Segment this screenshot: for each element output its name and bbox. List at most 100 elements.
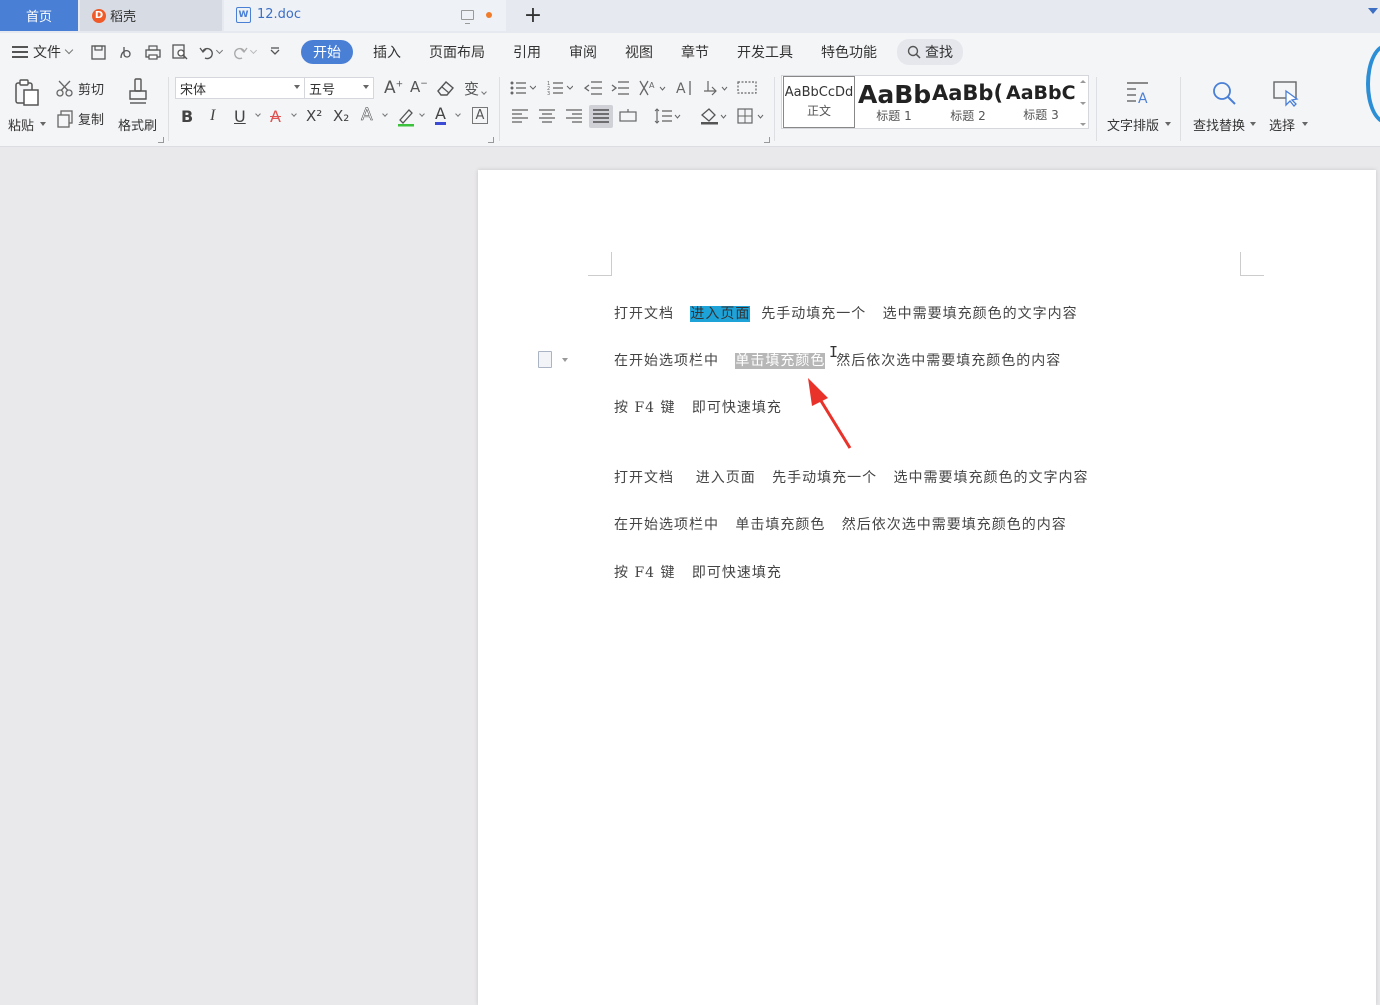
underline-dropdown-icon[interactable] — [255, 111, 261, 117]
line-spacing-icon[interactable] — [654, 108, 682, 124]
character-border-button[interactable]: A — [472, 107, 488, 124]
customize-quick-access-icon[interactable] — [266, 44, 283, 61]
table-convert-icon[interactable] — [737, 81, 757, 95]
monitor-icon[interactable] — [461, 10, 474, 24]
font-color-dropdown-icon[interactable] — [455, 111, 461, 117]
eraser-icon[interactable] — [436, 79, 456, 97]
text-effect-button[interactable]: A — [361, 105, 373, 126]
export-pdf-icon[interactable] — [117, 44, 134, 61]
tab-daoke[interactable]: D 稻壳 — [80, 0, 222, 31]
distribute-icon[interactable] — [619, 108, 637, 124]
style-normal[interactable]: AaBbCcDd 正文 — [783, 76, 855, 128]
style-heading-1[interactable]: AaBb 标题 1 — [857, 76, 931, 128]
copy-icon — [57, 109, 73, 128]
increase-indent-icon[interactable] — [611, 80, 629, 96]
paragraph-5[interactable]: 在开始选项栏中 单击填充颜色 然后依次选中需要填充颜色的内容 — [614, 514, 1067, 534]
paragraph-launcher-icon[interactable] — [764, 137, 770, 143]
styles-scroll[interactable] — [1078, 80, 1088, 126]
paragraph-3[interactable]: 按 F4 键 即可快速填充 — [614, 397, 782, 417]
paragraph-marks-icon[interactable] — [702, 79, 730, 97]
strikethrough-button[interactable]: A — [270, 107, 281, 126]
tab-references[interactable]: 引用 — [499, 40, 555, 64]
tab-daoke-label: 稻壳 — [110, 10, 137, 25]
undo-dropdown-icon[interactable] — [215, 46, 224, 54]
tab-view[interactable]: 视图 — [611, 40, 667, 64]
superscript-button[interactable]: X² — [306, 107, 322, 125]
undo-icon[interactable] — [198, 44, 215, 61]
change-case-button[interactable]: 变 — [464, 78, 487, 99]
paragraph-6[interactable]: 按 F4 键 即可快速填充 — [614, 562, 782, 582]
paragraph-layout-dropdown-icon[interactable] — [562, 358, 568, 362]
paragraph-4[interactable]: 打开文档 进入页面 先手动填充一个 选中需要填充颜色的文字内容 — [614, 467, 1089, 487]
highlight-color-icon[interactable] — [396, 107, 416, 127]
tab-insert[interactable]: 插入 — [359, 40, 415, 64]
font-color-button[interactable]: A — [435, 105, 446, 125]
underline-button[interactable]: U — [234, 107, 246, 126]
justify-button[interactable] — [589, 105, 613, 128]
shrink-font-button[interactable]: A− — [410, 78, 428, 96]
corner-chevron-icon[interactable] — [1368, 8, 1378, 14]
shading-icon[interactable] — [699, 107, 729, 125]
subscript-button[interactable]: X₂ — [333, 107, 349, 125]
redo-icon[interactable] — [232, 44, 249, 61]
chinese-layout-icon[interactable]: A — [638, 79, 666, 97]
font-size-select[interactable]: 五号 — [304, 77, 374, 99]
align-right-icon[interactable] — [565, 108, 583, 124]
tab-home[interactable]: 首页 — [0, 0, 78, 31]
select-dropdown-icon — [1302, 122, 1308, 126]
paragraph-1-after: 先手动填充一个 选中需要填充颜色的文字内容 — [750, 306, 1078, 322]
document-page[interactable] — [478, 170, 1376, 1005]
tab-page-layout[interactable]: 页面布局 — [415, 40, 499, 64]
strikethrough-dropdown-icon[interactable] — [291, 111, 297, 117]
print-icon[interactable] — [144, 44, 161, 61]
format-painter-button[interactable]: 格式刷 — [116, 77, 162, 137]
font-name-select[interactable]: 宋体 — [175, 77, 305, 99]
select-button[interactable]: 选择 — [1266, 77, 1310, 137]
font-size-dropdown-icon — [363, 85, 369, 89]
find-replace-button[interactable]: 查找替换 — [1190, 77, 1258, 137]
italic-button[interactable]: I — [210, 107, 215, 125]
tab-review[interactable]: 审阅 — [555, 40, 611, 64]
tab-document[interactable]: W 12.doc — [224, 0, 506, 31]
styles-scroll-up-icon[interactable] — [1080, 80, 1086, 83]
copy-button[interactable]: 复制 — [56, 109, 104, 128]
font-launcher-icon[interactable] — [488, 137, 494, 143]
paragraph-1[interactable]: 打开文档 进入页面 先手动填充一个 选中需要填充颜色的文字内容 — [614, 303, 1078, 323]
tab-start[interactable]: 开始 — [301, 40, 353, 64]
bullet-list-icon[interactable] — [510, 80, 536, 96]
grow-font-button[interactable]: A+ — [384, 78, 403, 98]
style-heading-3[interactable]: AaBbC 标题 3 — [1005, 76, 1077, 128]
cut-button[interactable]: 剪切 — [56, 79, 104, 98]
save-icon[interactable] — [90, 44, 107, 61]
document-icon: W — [236, 6, 251, 23]
paragraph-layout-icon[interactable] — [538, 351, 552, 368]
align-left-icon[interactable] — [511, 108, 529, 124]
tab-special-features[interactable]: 特色功能 — [807, 40, 891, 64]
numbered-list-icon[interactable]: 123 — [547, 80, 573, 96]
sort-icon[interactable]: A — [674, 79, 694, 97]
redo-dropdown-icon[interactable] — [249, 46, 258, 54]
styles-scroll-down-icon[interactable] — [1080, 101, 1086, 105]
print-preview-icon[interactable] — [171, 44, 188, 61]
search-icon — [907, 45, 921, 59]
tab-chapter[interactable]: 章节 — [667, 40, 723, 64]
search-button[interactable]: 查找 — [897, 39, 963, 65]
add-tab-button[interactable]: + — [521, 2, 545, 28]
bold-button[interactable]: B — [181, 107, 193, 126]
tab-developer[interactable]: 开发工具 — [723, 40, 807, 64]
clipboard-launcher-icon[interactable] — [158, 137, 164, 143]
text-cursor-icon: I — [829, 343, 839, 361]
file-menu[interactable]: 文件 — [12, 42, 74, 62]
styles-more-icon[interactable] — [1080, 123, 1086, 126]
text-layout-button[interactable]: A 文字排版 — [1104, 77, 1174, 137]
paste-button[interactable]: 粘贴 — [8, 77, 48, 137]
style-heading-2[interactable]: AaBb( 标题 2 — [931, 76, 1005, 128]
align-center-icon[interactable] — [538, 108, 556, 124]
text-effect-dropdown-icon[interactable] — [382, 111, 388, 117]
unsaved-dot-icon — [486, 12, 492, 18]
decrease-indent-icon[interactable] — [584, 80, 602, 96]
menu-bar: 文件 开始 插入 页面布局 引用 审阅 视图 章节 开发工具 特色功能 查找 — [0, 33, 1380, 71]
borders-icon[interactable] — [737, 108, 767, 124]
annotation-arrow-head — [808, 378, 828, 406]
highlight-dropdown-icon[interactable] — [419, 111, 425, 117]
